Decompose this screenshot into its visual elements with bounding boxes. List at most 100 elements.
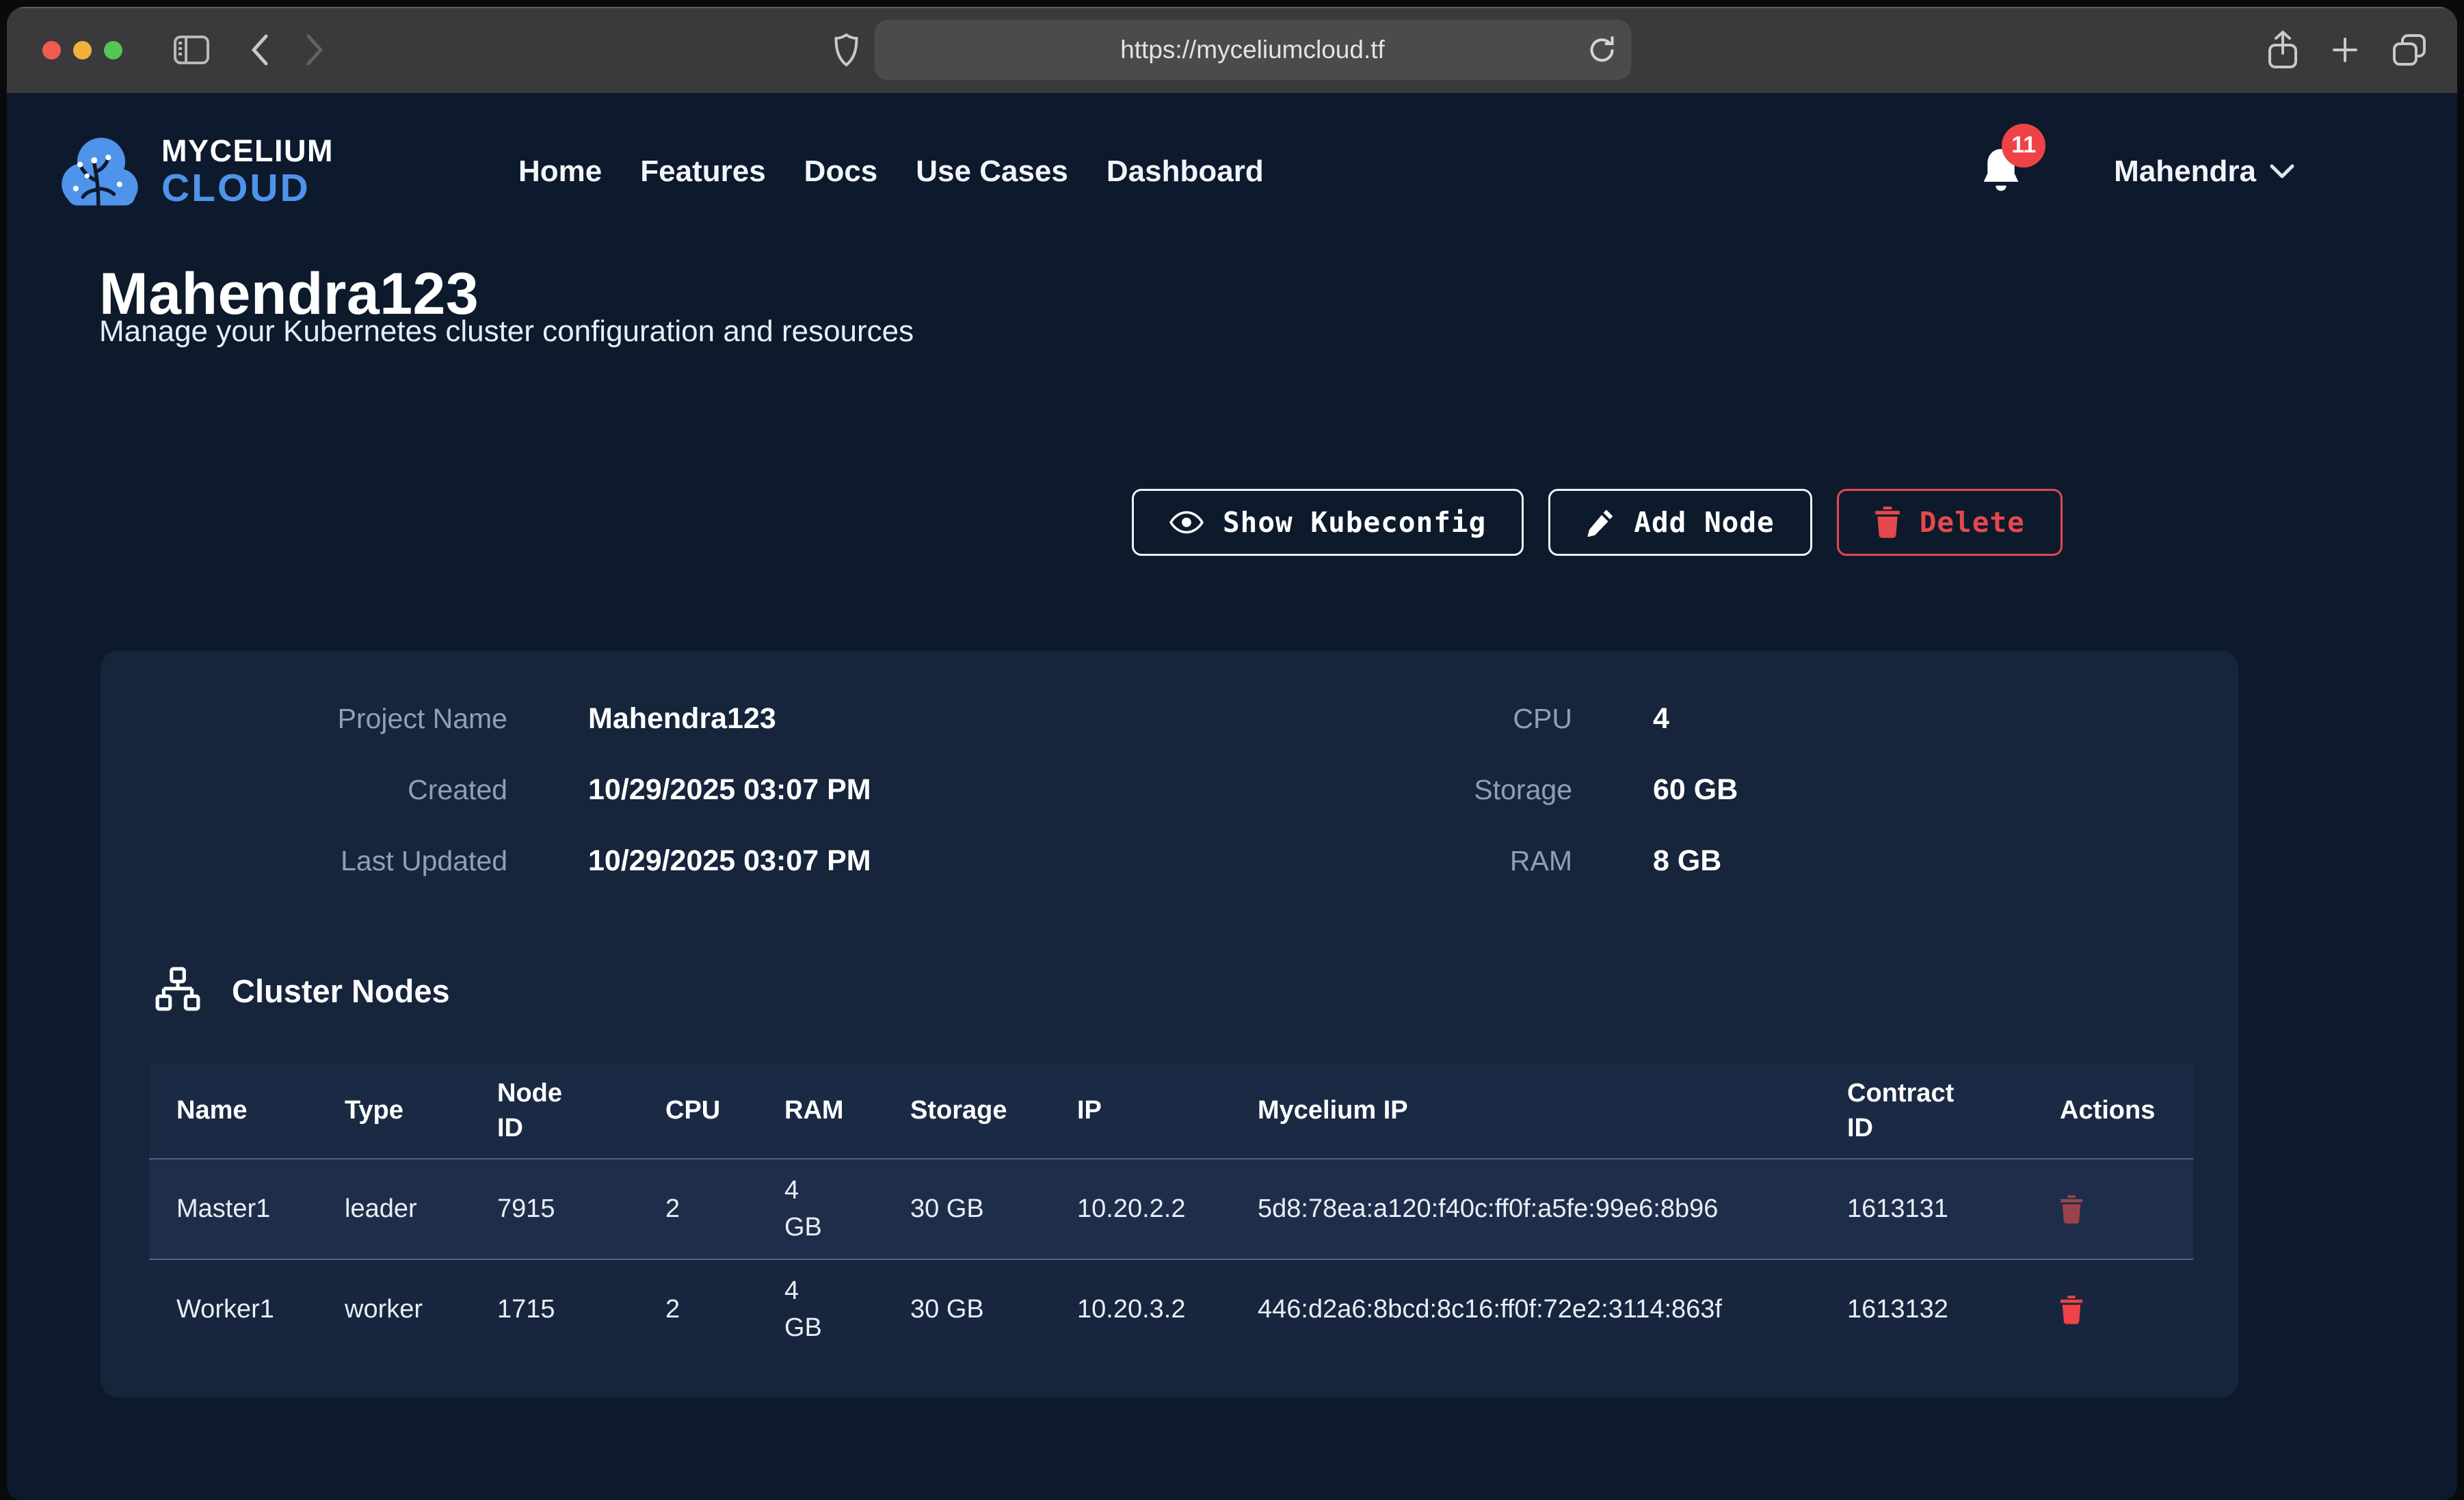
col-header-ip: IP [1050,1093,1230,1128]
cell-type: worker [317,1295,470,1324]
nav-links: Home Features Docs Use Cases Dashboard [518,155,1264,189]
zoom-window-icon[interactable] [104,41,122,59]
pencil-icon [1586,508,1615,537]
add-node-button[interactable]: Add Node [1548,489,1812,556]
nav-link-use-cases[interactable]: Use Cases [916,155,1068,189]
delete-node-button[interactable] [2060,1195,2083,1224]
shield-icon[interactable] [833,33,859,67]
info-label: Storage [1167,773,1572,806]
chrome-right-buttons [2267,30,2427,70]
page-viewport: Mahendra123 [7,93,2457,1500]
cluster-nodes-section-head: Cluster Nodes [154,967,450,1015]
cell-contract-id: 1613132 [1820,1295,2032,1324]
info-row-storage: Storage 60 GB [1167,773,2238,806]
delete-cluster-button[interactable]: Delete [1837,489,2063,556]
back-icon[interactable] [250,34,270,66]
trash-icon [2060,1195,2083,1224]
col-header-contract-id: Contract ID [1820,1076,2032,1147]
info-value: 10/29/2025 03:07 PM [588,773,871,806]
nav-link-dashboard[interactable]: Dashboard [1107,155,1264,189]
cell-node-id: 7915 [470,1194,638,1224]
url-field[interactable]: https://myceliumcloud.tf [874,20,1631,80]
nav-right: 11 Mahendra [1980,147,2294,197]
info-label: Last Updated [101,844,507,877]
nav-link-features[interactable]: Features [640,155,765,189]
add-node-label: Add Node [1634,506,1774,539]
cell-cpu: 2 [638,1194,757,1224]
cluster-details-panel: Project Name Mahendra123 Created 10/29/2… [101,651,2238,1397]
table-row-master1: Master1 leader 7915 2 4 GB 30 GB 10.20.2… [149,1158,2193,1260]
cluster-info: Project Name Mahendra123 Created 10/29/2… [101,702,2238,915]
new-tab-icon[interactable] [2329,34,2361,66]
col-header-type: Type [317,1093,470,1128]
trash-icon [1875,507,1900,538]
url-text: https://myceliumcloud.tf [1120,36,1385,64]
cell-storage: 30 GB [883,1194,1050,1224]
brand-logo[interactable]: MYCELIUM CLOUD [56,126,334,217]
info-label: Project Name [101,702,507,735]
chevron-down-icon [2270,163,2294,180]
info-value: 10/29/2025 03:07 PM [588,844,871,877]
cell-ram: 4 GB [757,1273,883,1345]
nav-link-docs[interactable]: Docs [804,155,878,189]
col-header-name: Name [149,1093,317,1128]
user-menu[interactable]: Mahendra [2114,155,2294,189]
user-name: Mahendra [2114,155,2256,189]
cell-actions [2032,1296,2193,1324]
col-header-mycelium-ip: Mycelium IP [1230,1093,1820,1128]
cell-ram: 4 GB [757,1173,883,1245]
table-row-worker1: Worker1 worker 1715 2 4 GB 30 GB 10.20.3… [149,1260,2193,1359]
info-right-column: CPU 4 Storage 60 GB RAM 8 GB [1167,702,2238,915]
info-value: 8 GB [1653,844,1721,877]
info-value: Mahendra123 [588,702,776,735]
eye-icon [1169,511,1204,534]
cell-ip: 10.20.3.2 [1050,1295,1230,1324]
screenshot-stage: https://myceliumcloud.tf [0,0,2464,1500]
browser-window: https://myceliumcloud.tf [7,7,2457,1500]
share-icon[interactable] [2267,30,2299,70]
info-row-cpu: CPU 4 [1167,702,2238,735]
info-value: 60 GB [1653,773,1738,806]
cell-name: Worker1 [149,1295,317,1324]
cluster-nodes-table: Name Type Node ID CPU RAM Storage IP Myc… [149,1064,2193,1359]
trash-icon [2060,1296,2083,1324]
cluster-actions: Show Kubeconfig Add Node Delete [1132,489,2063,556]
nav-link-home[interactable]: Home [518,155,602,189]
notifications-button[interactable]: 11 [1980,147,2022,197]
minimize-window-icon[interactable] [73,41,92,59]
cluster-nodes-icon [154,967,202,1015]
info-label: Created [101,773,507,806]
info-value: 4 [1653,702,1669,735]
tab-overview-icon[interactable] [2392,33,2427,67]
info-row-ram: RAM 8 GB [1167,844,2238,877]
notification-badge: 11 [2002,124,2045,168]
traffic-lights [42,41,122,59]
info-label: RAM [1167,844,1572,877]
mycelium-cloud-logo-icon [56,126,146,217]
cell-cpu: 2 [638,1295,757,1324]
browser-chrome: https://myceliumcloud.tf [7,7,2457,93]
cell-mycelium-ip: 5d8:78ea:a120:f40c:ff0f:a5fe:99e6:8b96 [1230,1190,1791,1228]
cell-contract-id: 1613131 [1820,1194,2032,1224]
info-row-created: Created 10/29/2025 03:07 PM [101,773,1167,806]
cell-mycelium-ip: 446:d2a6:8bcd:8c16:ff0f:72e2:3114:863f [1230,1291,1791,1328]
cluster-nodes-title: Cluster Nodes [232,972,450,1010]
cell-actions [2032,1195,2193,1224]
show-kubeconfig-button[interactable]: Show Kubeconfig [1132,489,1524,556]
address-bar-group: https://myceliumcloud.tf [833,20,1631,80]
close-window-icon[interactable] [42,41,61,59]
cell-node-id: 1715 [470,1295,638,1324]
brand-line2: CLOUD [161,169,334,208]
page-subtitle: Manage your Kubernetes cluster configura… [99,314,914,349]
sidebar-toggle-icon[interactable] [173,35,210,65]
info-left-column: Project Name Mahendra123 Created 10/29/2… [101,702,1167,915]
col-header-node-id: Node ID [470,1076,638,1147]
info-label: CPU [1167,702,1572,735]
col-header-ram: RAM [757,1093,883,1128]
reload-icon[interactable] [1587,35,1615,65]
delete-label: Delete [1920,506,2025,539]
cell-ip: 10.20.2.2 [1050,1194,1230,1224]
top-navbar: MYCELIUM CLOUD Home Features Docs Use Ca… [7,93,2457,250]
forward-icon[interactable] [304,34,325,66]
delete-node-button[interactable] [2060,1296,2083,1324]
